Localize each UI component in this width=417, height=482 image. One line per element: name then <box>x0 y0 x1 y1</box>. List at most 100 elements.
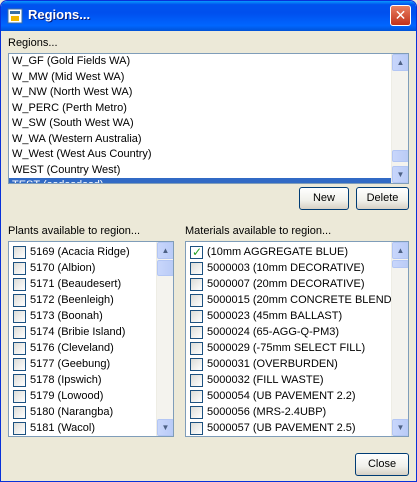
checkbox[interactable] <box>13 405 26 419</box>
checkbox[interactable] <box>190 357 203 371</box>
region-list-item[interactable]: W_WA (Western Australia) <box>9 132 391 148</box>
region-list-item[interactable]: W_PERC (Perth Metro) <box>9 101 391 117</box>
checkbox[interactable] <box>190 421 203 435</box>
plant-list-item[interactable]: 5172 (Beenleigh) <box>9 292 156 308</box>
region-list-item[interactable]: W_GF (Gold Fields WA) <box>9 54 391 70</box>
scroll-up-button[interactable]: ▲ <box>392 242 408 259</box>
plant-list-item[interactable]: 5169 (Acacia Ridge) <box>9 244 156 260</box>
checkbox[interactable] <box>190 373 203 387</box>
regions-scrollbar[interactable]: ▲ ▼ <box>391 54 408 183</box>
material-list-item[interactable]: 5000056 (MRS-2.4UBP) <box>186 404 391 420</box>
plant-list-item[interactable]: 5171 (Beaudesert) <box>9 276 156 292</box>
chevron-up-icon: ▲ <box>396 246 405 255</box>
material-list-item[interactable]: 5000054 (UB PAVEMENT 2.2) <box>186 388 391 404</box>
checkbox[interactable] <box>13 293 26 307</box>
regions-listbox[interactable]: W_GF (Gold Fields WA) W_MW (Mid West WA) W… <box>8 53 409 184</box>
scroll-thumb[interactable] <box>392 150 408 162</box>
close-window-button[interactable]: ✕ <box>390 5 411 26</box>
material-list-item[interactable]: 5000032 (FILL WASTE) <box>186 372 391 388</box>
list-item-label: 5179 (Lowood) <box>30 390 104 402</box>
checkbox[interactable] <box>190 261 203 275</box>
plants-scrollbar[interactable]: ▲ ▼ <box>156 242 173 436</box>
checkbox[interactable] <box>13 421 26 435</box>
scroll-up-button[interactable]: ▲ <box>392 54 408 71</box>
chevron-down-icon: ▼ <box>396 170 405 179</box>
checkbox[interactable] <box>13 325 26 339</box>
title-bar[interactable]: Regions... ✕ <box>1 1 416 31</box>
material-list-item[interactable]: (10mm AGGREGATE BLUE) <box>186 244 391 260</box>
scroll-thumb[interactable] <box>157 260 173 276</box>
close-button[interactable]: Close <box>355 453 409 476</box>
material-list-item[interactable]: 5000024 (65-AGG-Q-PM3) <box>186 324 391 340</box>
checkbox[interactable] <box>13 309 26 323</box>
list-item-label: 5000003 (10mm DECORATIVE) <box>207 262 365 274</box>
material-list-item[interactable]: 5000057 (UB PAVEMENT 2.5) <box>186 420 391 436</box>
materials-list-items: (10mm AGGREGATE BLUE) 5000003 (10mm DECOR… <box>186 242 391 436</box>
plant-list-item[interactable]: 5181 (Wacol) <box>9 420 156 436</box>
checkbox[interactable] <box>190 389 203 403</box>
plant-list-item[interactable]: 5177 (Geebung) <box>9 356 156 372</box>
list-item-label: 5174 (Bribie Island) <box>30 326 126 338</box>
scroll-thumb[interactable] <box>392 260 408 268</box>
list-item-label: 5172 (Beenleigh) <box>30 294 114 306</box>
list-item-label: 5180 (Narangba) <box>30 406 114 418</box>
materials-listbox[interactable]: (10mm AGGREGATE BLUE) 5000003 (10mm DECOR… <box>185 241 409 437</box>
checkbox[interactable] <box>13 389 26 403</box>
region-list-item[interactable]: W_MW (Mid West WA) <box>9 70 391 86</box>
new-button[interactable]: New <box>299 187 349 210</box>
checkbox[interactable] <box>190 244 203 260</box>
checkbox[interactable] <box>190 293 203 307</box>
plant-list-item[interactable]: 5180 (Narangba) <box>9 404 156 420</box>
region-list-item[interactable]: WEST (Country West) <box>9 163 391 179</box>
material-list-item[interactable]: 5000029 (-75mm SELECT FILL) <box>186 340 391 356</box>
checkbox[interactable] <box>13 245 26 259</box>
app-icon <box>7 8 23 24</box>
list-item-label: 5000007 (20mm DECORATIVE) <box>207 278 365 290</box>
list-item-label: 5000054 (UB PAVEMENT 2.2) <box>207 390 356 402</box>
list-item-label: 5178 (Ipswich) <box>30 374 102 386</box>
checkbox[interactable] <box>190 341 203 355</box>
scroll-down-button[interactable]: ▼ <box>392 419 408 436</box>
checkbox[interactable] <box>190 325 203 339</box>
list-item-label: (10mm AGGREGATE BLUE) <box>207 246 348 258</box>
checkbox[interactable] <box>190 277 203 291</box>
chevron-down-icon: ▼ <box>396 423 405 432</box>
material-list-item[interactable]: 5000007 (20mm DECORATIVE) <box>186 276 391 292</box>
plant-list-item[interactable]: 5173 (Boonah) <box>9 308 156 324</box>
plants-label: Plants available to region... <box>8 225 141 237</box>
checkbox[interactable] <box>13 277 26 291</box>
material-list-item[interactable]: 5000015 (20mm CONCRETE BLEND) <box>186 292 391 308</box>
material-list-item[interactable]: 5000023 (45mm BALLAST) <box>186 308 391 324</box>
plant-list-item[interactable]: 5179 (Lowood) <box>9 388 156 404</box>
plants-list-items: 5169 (Acacia Ridge) 5170 (Albion) 5171 (Be… <box>9 242 156 436</box>
scroll-down-button[interactable]: ▼ <box>392 166 408 183</box>
plant-list-item[interactable]: 5176 (Cleveland) <box>9 340 156 356</box>
plants-listbox[interactable]: 5169 (Acacia Ridge) 5170 (Albion) 5171 (Be… <box>8 241 174 437</box>
list-item-label: 5173 (Boonah) <box>30 310 103 322</box>
region-list-item[interactable]: W_NW (North West WA) <box>9 85 391 101</box>
checkbox[interactable] <box>190 309 203 323</box>
checkbox[interactable] <box>13 373 26 387</box>
checkbox[interactable] <box>13 357 26 371</box>
materials-scrollbar[interactable]: ▲ ▼ <box>391 242 408 436</box>
list-item-label: 5000029 (-75mm SELECT FILL) <box>207 342 366 354</box>
scroll-down-button[interactable]: ▼ <box>157 419 173 436</box>
plant-list-item[interactable]: 5170 (Albion) <box>9 260 156 276</box>
delete-button[interactable]: Delete <box>356 187 409 210</box>
plant-list-item[interactable]: 5178 (Ipswich) <box>9 372 156 388</box>
region-list-item[interactable]: TEST (asdasdasd) <box>9 178 391 183</box>
checkbox[interactable] <box>190 405 203 419</box>
checkbox[interactable] <box>13 261 26 275</box>
dialog-body: Regions... W_GF (Gold Fields WA) W_MW (Mi… <box>4 31 413 478</box>
scroll-up-button[interactable]: ▲ <box>157 242 173 259</box>
list-item-label: 5177 (Geebung) <box>30 358 111 370</box>
material-list-item[interactable]: 5000003 (10mm DECORATIVE) <box>186 260 391 276</box>
material-list-item[interactable]: 5000031 (OVERBURDEN) <box>186 356 391 372</box>
list-item-label: 5000015 (20mm CONCRETE BLEND) <box>207 294 391 306</box>
region-list-item[interactable]: W_SW (South West WA) <box>9 116 391 132</box>
list-item-label: 5176 (Cleveland) <box>30 342 114 354</box>
plant-list-item[interactable]: 5174 (Bribie Island) <box>9 324 156 340</box>
checkbox[interactable] <box>13 341 26 355</box>
list-item-label: 5181 (Wacol) <box>30 422 96 434</box>
region-list-item[interactable]: W_West (West Aus Country) <box>9 147 391 163</box>
